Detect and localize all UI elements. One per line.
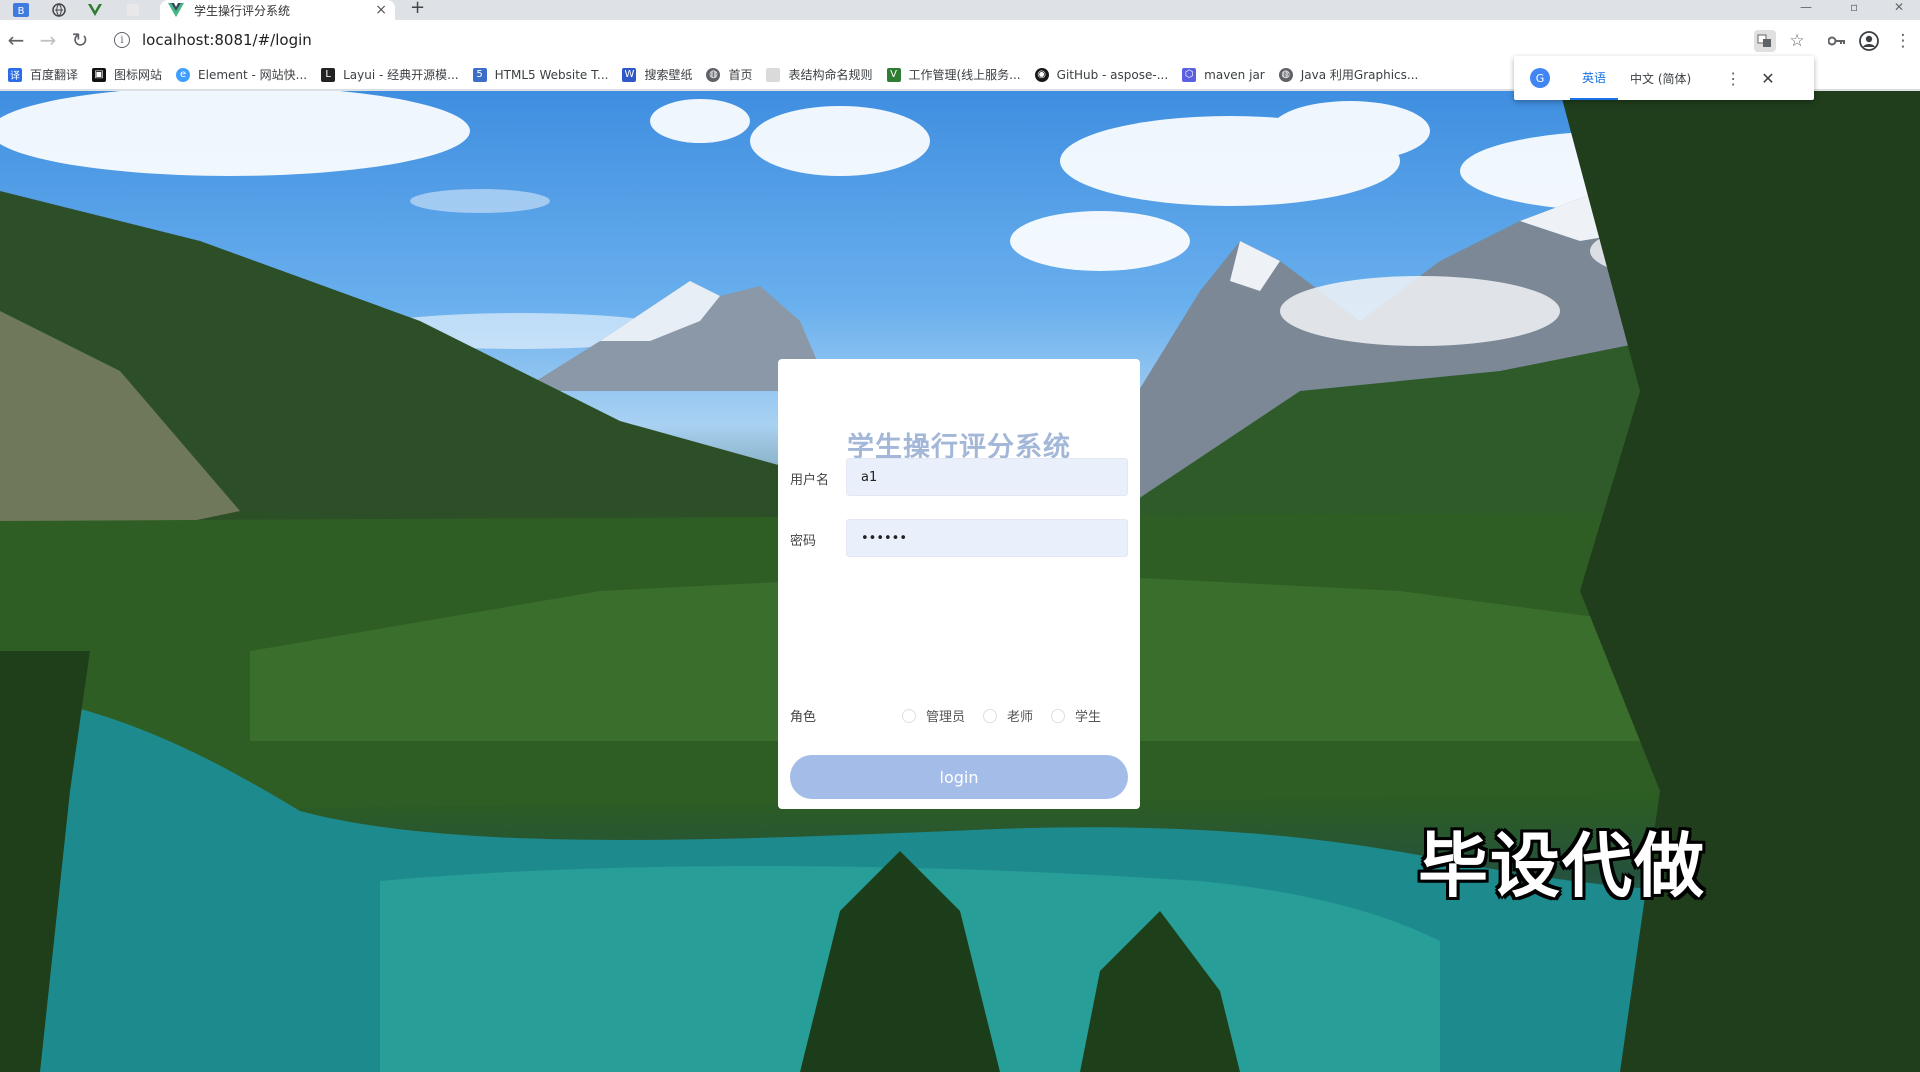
bookmark-item[interactable]: e Element - 网站快... [176, 66, 307, 83]
app-icon[interactable]: B [6, 0, 36, 20]
google-translate-icon: G [1530, 68, 1550, 88]
bookmark-item[interactable]: ◉ GitHub - aspose-... [1034, 67, 1169, 82]
radio-circle-icon [983, 708, 998, 723]
role-radio-student[interactable]: 学生 [1051, 706, 1101, 725]
role-radio-admin[interactable]: 管理员 [902, 706, 965, 725]
bookmark-item[interactable]: W 搜索壁纸 [622, 66, 692, 83]
bookmark-label: 工作管理(线上服务... [908, 68, 1021, 82]
login-page-background: 学生操行评分系统 用户名 a1 密码 •••••• 角色 管理员 老师 学生 l… [0, 91, 1920, 1072]
bookmark-label: maven jar [1204, 67, 1265, 82]
site-info-icon[interactable]: i [114, 32, 130, 48]
profile-avatar-icon[interactable] [1858, 30, 1880, 52]
role-radio-teacher[interactable]: 老师 [983, 706, 1033, 725]
pinned-tab-doc-icon[interactable] [118, 0, 148, 20]
bookmark-label: 百度翻译 [30, 68, 79, 82]
radio-label: 老师 [1007, 710, 1034, 725]
role-radio-group: 管理员 老师 学生 [902, 706, 1119, 725]
layui-icon: L [321, 67, 336, 82]
bookmark-label: GitHub - aspose-... [1056, 67, 1169, 82]
baidu-translate-icon: 译 [8, 67, 22, 82]
bookmark-item[interactable]: L Layui - 经典开源模... [321, 66, 459, 83]
doc-icon [766, 67, 781, 82]
bookmark-label: Element - 网站快... [198, 68, 308, 82]
translate-close-icon[interactable]: ✕ [1761, 69, 1774, 88]
radio-label: 管理员 [926, 710, 966, 725]
bookmark-label: 首页 [728, 68, 753, 82]
translate-popup: G 英语 中文 (简体) ⋮ ✕ [1514, 56, 1814, 100]
github-icon: ◉ [1034, 67, 1049, 82]
html5-icon: 5 [472, 67, 487, 82]
bookmark-item[interactable]: ▣ 图标网站 [92, 66, 162, 83]
bookmark-item[interactable]: ◍ Java 利用Graphics... [1278, 66, 1419, 83]
bookmark-item[interactable]: ◍ 首页 [706, 66, 752, 83]
login-card: 学生操行评分系统 用户名 a1 密码 •••••• 角色 管理员 老师 学生 l… [778, 359, 1140, 809]
radio-label: 学生 [1075, 710, 1102, 725]
active-tab[interactable]: 学生操行评分系统 × [160, 0, 395, 20]
globe-icon: ◍ [1278, 67, 1293, 82]
key-icon[interactable] [1826, 30, 1848, 52]
new-tab-button[interactable]: + [410, 0, 425, 17]
back-icon[interactable]: ← [4, 28, 28, 52]
username-input[interactable]: a1 [846, 458, 1128, 496]
username-label: 用户名 [790, 473, 830, 488]
translate-lang-chinese[interactable]: 中文 (简体) [1618, 56, 1703, 100]
watermark-text: 毕设代做 [1418, 825, 1706, 907]
bookmark-star-icon[interactable]: ☆ [1786, 30, 1808, 52]
role-label: 角色 [790, 710, 817, 725]
translate-icon[interactable] [1754, 30, 1776, 52]
bookmark-label: Java 利用Graphics... [1300, 68, 1419, 82]
vue-icon: V [886, 67, 901, 82]
reload-icon[interactable]: ↻ [68, 28, 92, 52]
maven-icon: ⬡ [1182, 67, 1197, 82]
wallpaper-icon: W [622, 67, 637, 82]
maximize-icon[interactable]: ▫ [1850, 0, 1858, 14]
bookmark-label: Layui - 经典开源模... [343, 68, 459, 82]
svg-text:B: B [18, 6, 25, 17]
tab-title: 学生操行评分系统 [194, 3, 291, 18]
browser-toolbar: ← → ↻ i localhost:8081/#/login ☆ ⋮ [0, 20, 1920, 60]
bookmark-label: 图标网站 [114, 68, 163, 82]
menu-kebab-icon[interactable]: ⋮ [1892, 30, 1914, 52]
radio-circle-icon [902, 708, 916, 723]
element-icon: e [176, 67, 191, 82]
password-input[interactable]: •••••• [846, 519, 1128, 557]
minimize-icon[interactable]: — [1800, 0, 1812, 14]
password-label: 密码 [790, 534, 817, 549]
bookmark-label: HTML5 Website T... [494, 67, 609, 82]
icon-site-icon: ▣ [92, 67, 107, 82]
bookmark-label: 表结构命名规则 [788, 68, 873, 82]
bookmark-item[interactable]: 译百度翻译 [8, 66, 78, 83]
tab-strip: B 学生操行评分系统 × + — ▫ ✕ [0, 0, 1920, 20]
vue-favicon-icon [168, 3, 184, 17]
bookmark-item[interactable]: 表结构命名规则 [766, 66, 873, 83]
login-button[interactable]: login [790, 755, 1128, 799]
globe-icon: ◍ [706, 67, 721, 82]
url-text: localhost:8081/#/login [142, 31, 312, 49]
address-bar[interactable]: i localhost:8081/#/login [104, 25, 1764, 55]
bookmark-label: 搜索壁纸 [644, 68, 693, 82]
bookmark-item[interactable]: ⬡ maven jar [1182, 67, 1265, 82]
translate-lang-english[interactable]: 英语 [1570, 56, 1619, 100]
bookmark-item[interactable]: 5 HTML5 Website T... [472, 67, 609, 82]
window-close-icon[interactable]: ✕ [1894, 0, 1904, 14]
translate-more-icon[interactable]: ⋮ [1725, 69, 1741, 88]
tab-close-icon[interactable]: × [375, 2, 387, 18]
pinned-tab-vue-icon[interactable] [80, 0, 110, 20]
forward-icon[interactable]: → [36, 28, 60, 52]
bookmark-item[interactable]: V 工作管理(线上服务... [886, 66, 1021, 83]
pinned-tab-globe-icon[interactable] [44, 0, 74, 20]
radio-circle-icon [1051, 708, 1066, 723]
